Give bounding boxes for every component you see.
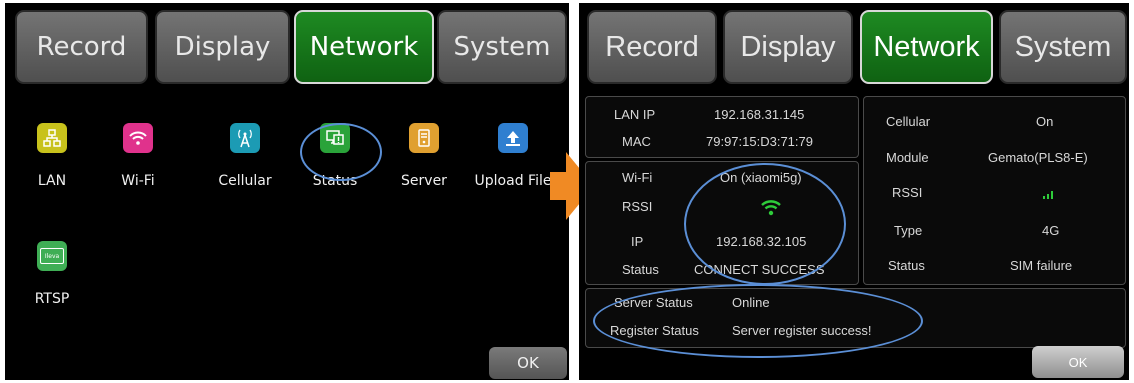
wifi-label: Wi-Fi [121,173,155,189]
status-label: Status [312,173,358,189]
upload-file-app[interactable]: Upload File [473,123,553,189]
lan-app[interactable]: LAN [12,123,92,189]
tab-system-status[interactable]: System [999,10,1127,84]
mac-label: MAC [622,134,651,149]
ok-button[interactable]: OK [489,347,567,379]
lan-icon [37,123,67,153]
server-status-value: Online [732,295,770,310]
wifi-value: On (xiaomi5g) [720,170,802,185]
cellular-signal-icon [1043,191,1053,199]
type-value: 4G [1042,223,1060,238]
wifi-ip-label: IP [631,234,644,249]
register-status-label: Register Status [610,323,699,338]
server-info-box: Server Status Online Register Status Ser… [585,288,1126,348]
wifi-rssi-label: RSSI [622,199,653,214]
tab-bar: Record Display Network System [5,7,569,91]
wifi-status-value: CONNECT SUCCESS [694,262,825,277]
tab-bar-status: Record Display Network System [579,7,1129,91]
tab-record[interactable]: Record [15,10,148,84]
lan-label: LAN [37,173,67,189]
wifi-info-box: Wi-Fi On (xiaomi5g) RSSI IP 192.168.32.1… [585,161,859,285]
register-status-value: Server register success! [732,323,872,338]
server-app[interactable]: Server [384,123,464,189]
rtsp-label: RTSP [34,291,70,307]
cellular-status-label: Status [888,258,925,273]
wifi-app[interactable]: Wi-Fi [98,123,178,189]
network-menu-screen: Record Display Network System LAN Wi-Fi … [5,3,569,380]
rtsp-app[interactable]: Ileva RTSP [12,241,92,307]
lan-ip-value: 192.168.31.145 [714,107,805,122]
network-status-screen: Record Display Network System LAN IP 192… [579,3,1129,380]
rtsp-icon: Ileva [37,241,67,271]
upload-file-label: Upload File [474,173,552,189]
tab-display-status[interactable]: Display [723,10,853,84]
wifi-label-status: Wi-Fi [622,170,653,185]
tab-network[interactable]: Network [294,10,434,84]
cellular-rssi-label: RSSI [892,185,923,200]
wifi-ip-value: 192.168.32.105 [716,234,807,249]
mac-value: 79:97:15:D3:71:79 [706,134,813,149]
rtsp-icon-badge: Ileva [40,248,64,264]
tab-network-status[interactable]: Network [860,10,993,84]
lan-ip-label: LAN IP [614,107,656,122]
cellular-status-value: SIM failure [1010,258,1073,273]
module-value: Gemato(PLS8-E) [988,150,1088,165]
tab-display[interactable]: Display [155,10,290,84]
cellular-value: On [1036,114,1054,129]
upload-icon [498,123,528,153]
wifi-signal-icon [761,200,781,216]
cellular-icon [230,123,260,153]
cellular-info-box: Cellular On Module Gemato(PLS8-E) RSSI T… [863,96,1126,285]
type-label: Type [894,223,923,238]
tab-system[interactable]: System [437,10,567,84]
cellular-app[interactable]: Cellular [205,123,285,189]
cellular-label-status: Cellular [886,114,931,129]
tab-record-status[interactable]: Record [587,10,717,84]
cellular-label: Cellular [218,173,272,189]
status-icon [320,123,350,153]
server-label: Server [401,173,447,189]
status-app[interactable]: Status [295,123,375,189]
wifi-icon [123,123,153,153]
server-icon [409,123,439,153]
lan-info-box: LAN IP 192.168.31.145 MAC 79:97:15:D3:71… [585,96,859,158]
ok-button-status[interactable]: OK [1032,346,1124,378]
server-status-label: Server Status [614,295,693,310]
module-label: Module [886,150,929,165]
wifi-status-label: Status [622,262,659,277]
